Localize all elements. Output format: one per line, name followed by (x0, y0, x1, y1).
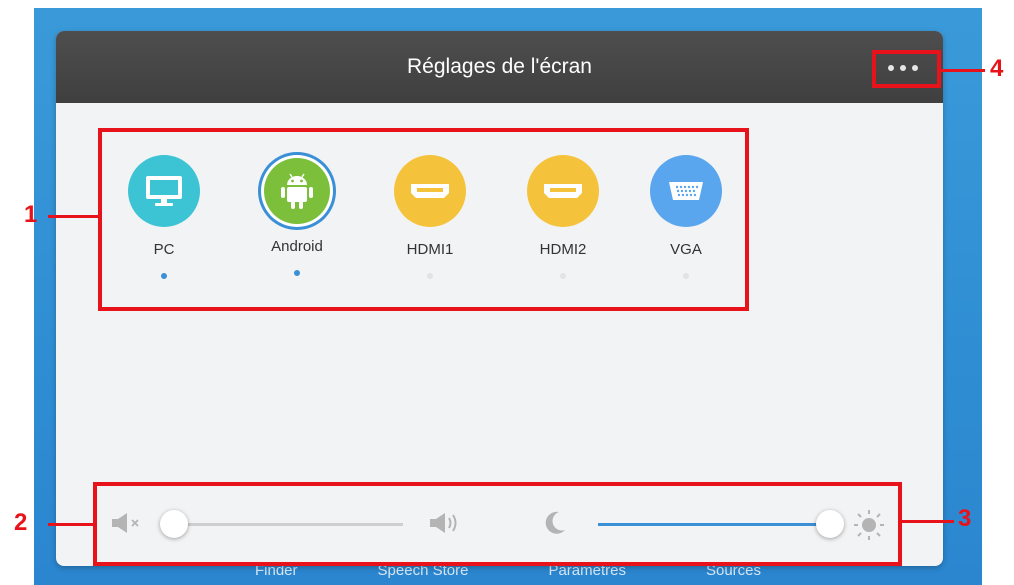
callout-line-1 (48, 215, 98, 218)
dialog-titlebar: Réglages de l'écran (56, 31, 943, 103)
dialog-title: Réglages de l'écran (407, 55, 592, 78)
callout-number-4: 4 (990, 55, 1004, 82)
callout-line-4 (941, 69, 985, 72)
callout-line-2 (48, 523, 93, 526)
callout-line-3 (902, 520, 954, 523)
callout-box-sliders (93, 482, 902, 566)
callout-number-3: 3 (958, 505, 972, 532)
callout-number-1: 1 (24, 201, 38, 228)
taskbar: Finder Speech Store Paramètres Sources (34, 563, 982, 585)
callout-number-2: 2 (14, 509, 28, 536)
callout-box-more (872, 50, 941, 88)
page-margin-right (982, 0, 1014, 585)
page-margin-left (0, 0, 34, 585)
callout-box-sources (98, 128, 749, 311)
